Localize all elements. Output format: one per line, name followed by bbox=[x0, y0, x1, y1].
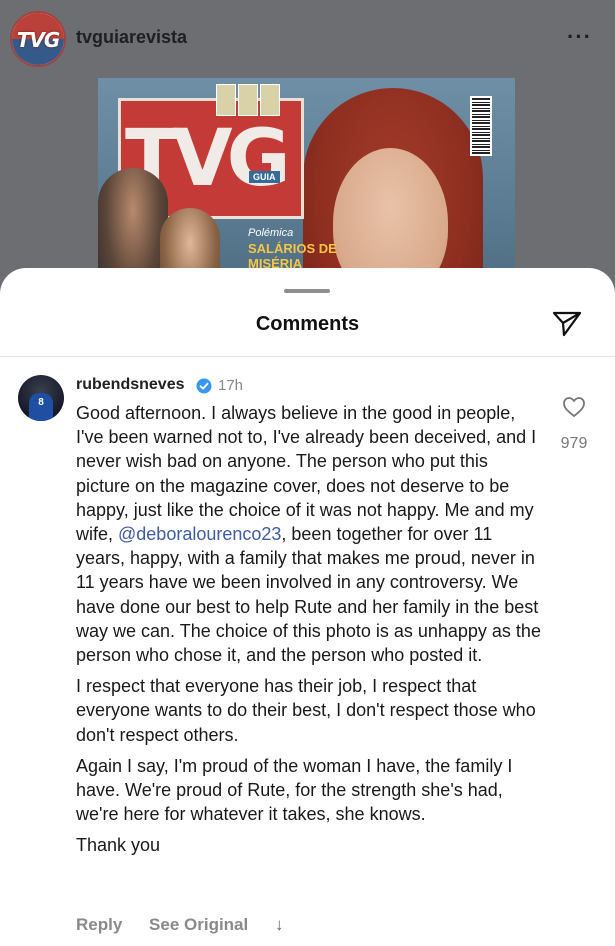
comment-body: Good afternoon. I always believe in the … bbox=[76, 401, 546, 865]
post-username[interactable]: tvguiarevista bbox=[76, 27, 187, 48]
comment-actions: Reply See Original ↓ bbox=[76, 915, 305, 935]
heart-outline-icon[interactable] bbox=[562, 396, 586, 418]
cover-guia-tag: GUIA bbox=[249, 171, 280, 183]
post-header: TVG tvguiarevista ··· bbox=[0, 0, 615, 78]
sheet-drag-handle[interactable] bbox=[284, 289, 330, 293]
cover-barcode bbox=[470, 96, 492, 156]
sheet-title: Comments bbox=[255, 313, 360, 335]
comment-username[interactable]: rubendsneves bbox=[76, 376, 184, 394]
like-count: 979 bbox=[560, 435, 588, 452]
cover-thumbnails bbox=[216, 84, 296, 118]
comment-text: , been together for over 11 years, happy… bbox=[76, 524, 541, 666]
comment-paragraph: Thank you bbox=[76, 835, 161, 856]
more-horizontal-icon[interactable]: ··· bbox=[567, 24, 592, 50]
see-original-button[interactable]: See Original bbox=[149, 915, 248, 934]
comment-timestamp: 17h bbox=[218, 377, 244, 394]
comment-text: Good afternoon. I always believe in the … bbox=[76, 403, 537, 545]
translate-arrow-icon[interactable]: ↓ bbox=[275, 915, 284, 934]
mention-link[interactable]: @deboralourenco23 bbox=[118, 524, 281, 544]
comments-sheet: Comments 8 rubendsneves 17h Good afterno… bbox=[0, 268, 615, 946]
send-icon[interactable] bbox=[552, 310, 582, 338]
cover-headline-kicker: Polémica bbox=[248, 227, 294, 239]
post-image-magazine-cover[interactable]: TVG GUIA Polémica SALÁRIOS DE MISÉRIA bbox=[98, 78, 515, 300]
logo-text: TVG bbox=[16, 28, 61, 52]
comment-paragraph: Again I say, I'm proud of the woman I ha… bbox=[76, 755, 513, 825]
profile-avatar[interactable]: TVG bbox=[10, 11, 66, 67]
comment-paragraph: Good afternoon. I always believe in the … bbox=[76, 401, 546, 667]
reply-button[interactable]: Reply bbox=[76, 915, 122, 934]
commenter-avatar[interactable]: 8 bbox=[18, 375, 64, 421]
verified-badge-icon bbox=[196, 378, 212, 394]
avatar-jersey: 8 bbox=[29, 393, 53, 421]
sheet-divider bbox=[0, 356, 615, 357]
comment-paragraph: I respect that everyone has their job, I… bbox=[76, 676, 536, 745]
post-background: TVG tvguiarevista ··· TVG GUIA Polémica … bbox=[0, 0, 615, 300]
cover-headline: Polémica SALÁRIOS DE MISÉRIA bbox=[248, 226, 338, 271]
avatar-jersey-number: 8 bbox=[38, 397, 44, 408]
cover-headline-text: SALÁRIOS DE MISÉRIA bbox=[248, 241, 337, 271]
